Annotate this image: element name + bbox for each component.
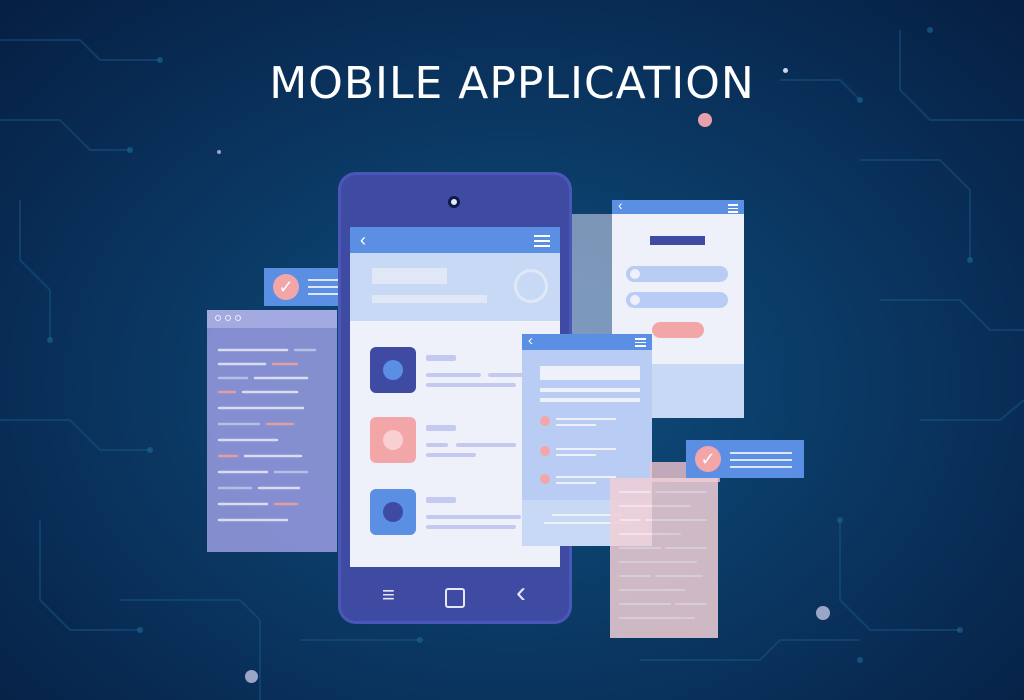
- decor-dot: [245, 670, 258, 683]
- text-placeholder-line: [426, 373, 481, 377]
- window-dot-icon: [235, 315, 241, 321]
- document-lines: [619, 491, 707, 619]
- decor-dot: [816, 606, 830, 620]
- code-lines: [217, 348, 317, 522]
- checkmark-icon: ✓: [695, 446, 721, 472]
- checklist-notification-card: ✓: [686, 440, 804, 478]
- window-dot-icon: [215, 315, 221, 321]
- bullet-dot: [540, 446, 550, 456]
- text-placeholder-line: [426, 443, 448, 447]
- text-placeholder-line: [730, 466, 792, 468]
- window-titlebar: ‹: [612, 197, 744, 214]
- window-dot-icon: [225, 315, 231, 321]
- text-placeholder-line: [730, 459, 792, 461]
- text-placeholder-line: [556, 482, 596, 484]
- text-placeholder-line: [540, 398, 640, 402]
- lock-icon: [630, 295, 640, 305]
- menu-lines-icon[interactable]: ≡: [382, 582, 395, 608]
- page-title: MOBILE APPLICATION: [269, 58, 755, 109]
- list-item-icon: [370, 417, 416, 463]
- window-titlebar: ‹: [522, 332, 652, 350]
- text-placeholder-line: [372, 295, 487, 303]
- password-field[interactable]: [626, 292, 728, 308]
- text-placeholder-block: [372, 268, 447, 284]
- text-placeholder-line: [556, 476, 616, 478]
- document-card: [610, 478, 718, 638]
- chevron-left-icon[interactable]: ‹: [528, 332, 533, 349]
- text-placeholder-line: [426, 425, 456, 431]
- window-titlebar: [207, 310, 337, 328]
- code-editor-card: [207, 310, 337, 552]
- bullet-dot: [540, 474, 550, 484]
- chevron-left-icon[interactable]: ‹: [618, 197, 623, 213]
- text-placeholder-line: [556, 448, 616, 450]
- camera-icon: [448, 196, 460, 208]
- illustration-canvas: MOBILE APPLICATION ✓ ‹ ‹ ≡ ‹ ‹ ✓: [0, 0, 1024, 700]
- form-heading-placeholder: [650, 236, 705, 245]
- text-placeholder-line: [540, 388, 640, 392]
- checkmark-icon: ✓: [273, 274, 299, 300]
- text-placeholder-line: [426, 355, 456, 361]
- chevron-left-icon[interactable]: ‹: [360, 230, 366, 251]
- text-placeholder-line: [426, 515, 521, 519]
- text-placeholder-line: [426, 497, 456, 503]
- bullet-dot: [540, 416, 550, 426]
- hamburger-menu-icon[interactable]: [635, 338, 646, 347]
- text-placeholder-line: [556, 454, 596, 456]
- square-home-icon[interactable]: [445, 588, 465, 608]
- username-field[interactable]: [626, 266, 728, 282]
- list-item-icon: [370, 489, 416, 535]
- profile-header: [350, 253, 560, 321]
- list-item-icon: [370, 347, 416, 393]
- submit-button[interactable]: [652, 322, 704, 338]
- hamburger-menu-icon[interactable]: [534, 235, 550, 250]
- avatar: [514, 269, 548, 303]
- text-placeholder-line: [556, 418, 616, 420]
- decor-dot: [217, 150, 221, 154]
- text-placeholder-block: [540, 366, 640, 380]
- text-placeholder-line: [426, 525, 516, 529]
- decor-dot: [698, 113, 712, 127]
- text-placeholder-line: [730, 452, 792, 454]
- chevron-left-icon[interactable]: ‹: [516, 576, 526, 610]
- text-placeholder-line: [556, 424, 596, 426]
- hamburger-menu-icon[interactable]: [728, 204, 738, 213]
- text-placeholder-line: [456, 443, 516, 447]
- app-toolbar: ‹: [350, 227, 560, 253]
- user-icon: [630, 269, 640, 279]
- text-placeholder-line: [426, 453, 476, 457]
- text-placeholder-line: [426, 383, 516, 387]
